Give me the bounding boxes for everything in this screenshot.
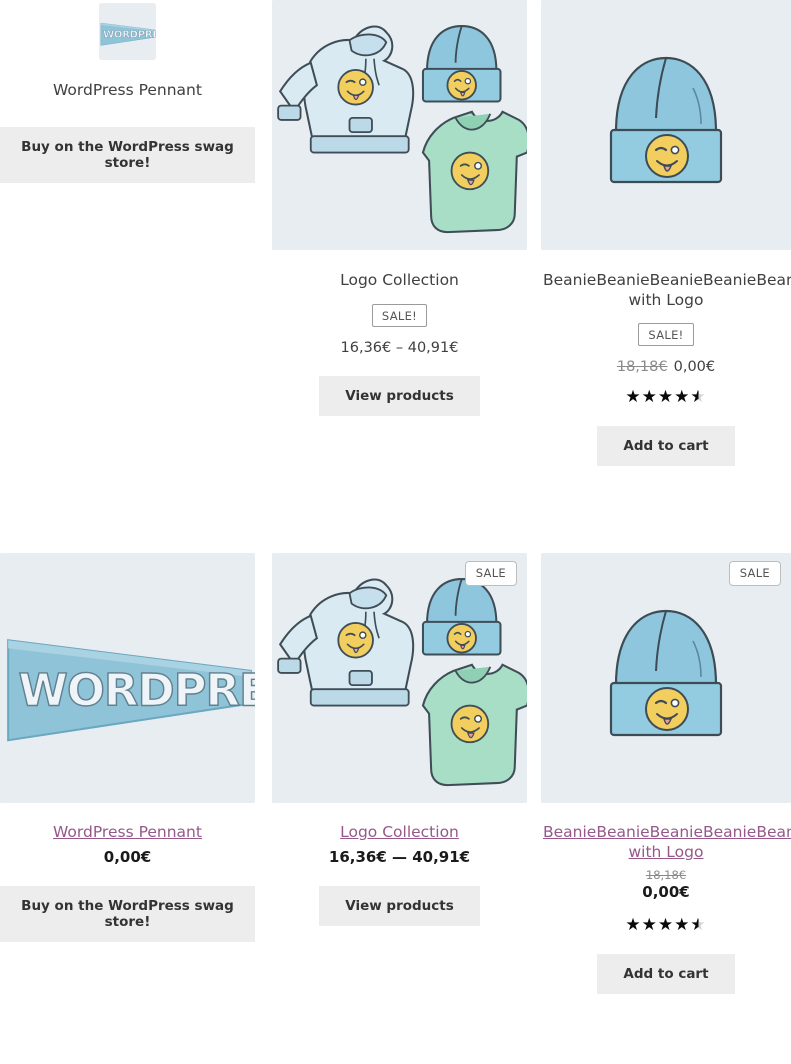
star-rating: ★★★★★ xyxy=(625,915,707,935)
star-rating: ★★★★★ xyxy=(625,387,707,407)
buy-swag-store-button[interactable]: Buy on the WordPress swag store! xyxy=(0,126,255,183)
current-price: 0,00€ xyxy=(103,848,152,866)
hoodie-beanie-tshirt-icon xyxy=(272,0,527,250)
product-card-beanie-bottom: SALE BeanieBeanieBeanieBeanieBeanieBeani… xyxy=(530,553,791,994)
product-price: 16,36€ – 40,91€ xyxy=(340,339,459,356)
hoodie-beanie-tshirt-icon xyxy=(272,553,527,803)
pennant-icon xyxy=(99,3,156,60)
old-price: 18,18€ xyxy=(645,868,687,882)
beanie-icon xyxy=(541,0,791,250)
product-price: 0,00€ xyxy=(0,848,255,866)
sale-ribbon: SALE xyxy=(728,561,781,586)
product-title[interactable]: WordPress Pennant xyxy=(0,81,255,101)
product-image-logo-collection[interactable] xyxy=(272,0,527,250)
top-product-grid: WordPress Pennant Buy on the WordPress s… xyxy=(0,0,791,466)
current-price: 16,36€ — 40,91€ xyxy=(328,848,471,866)
product-title[interactable]: Logo Collection xyxy=(272,271,527,291)
add-to-cart-button[interactable]: Add to cart xyxy=(597,954,735,994)
product-image-beanie[interactable] xyxy=(541,0,791,250)
sale-badge: SALE! xyxy=(371,303,428,327)
product-thumbnail-pennant[interactable] xyxy=(99,3,156,60)
bottom-product-grid: WordPress Pennant 0,00€ Buy on the WordP… xyxy=(0,553,791,994)
product-card-pennant-bottom: WordPress Pennant 0,00€ Buy on the WordP… xyxy=(0,553,265,994)
product-price: 18,18€ 0,00€ xyxy=(541,868,791,901)
product-card-logo-collection-top: Logo Collection SALE! 16,36€ – 40,91€ Vi… xyxy=(265,0,530,466)
buy-swag-store-button[interactable]: Buy on the WordPress swag store! xyxy=(0,886,255,942)
product-title[interactable]: BeanieBeanieBeanieBeanieBeanieBeanieBean… xyxy=(541,271,791,310)
product-price: 16,36€ — 40,91€ xyxy=(272,848,527,866)
product-card-beanie-top: BeanieBeanieBeanieBeanieBeanieBeanieBean… xyxy=(530,0,791,466)
current-price: 0,00€ xyxy=(673,359,716,375)
sale-ribbon: SALE xyxy=(464,561,517,586)
product-title-link[interactable]: Logo Collection xyxy=(272,822,527,842)
view-products-button[interactable]: View products xyxy=(319,375,480,416)
product-card-pennant-top: WordPress Pennant Buy on the WordPress s… xyxy=(0,0,265,466)
product-title-link[interactable]: BeanieBeanieBeanieBeanieBeanieBeanieBean… xyxy=(541,822,791,862)
product-title-link[interactable]: WordPress Pennant xyxy=(0,822,255,842)
view-products-button[interactable]: View products xyxy=(319,886,480,926)
product-image-pennant[interactable] xyxy=(0,553,255,803)
product-image-logo-collection[interactable]: SALE xyxy=(272,553,527,803)
sale-badge: SALE! xyxy=(638,323,694,346)
old-price: 18,18€ xyxy=(616,359,668,375)
current-price: 0,00€ xyxy=(642,883,690,901)
add-to-cart-button[interactable]: Add to cart xyxy=(597,426,735,466)
product-price: 18,18€ 0,00€ xyxy=(541,359,791,375)
pennant-icon xyxy=(0,553,255,803)
beanie-icon xyxy=(541,553,791,803)
product-image-beanie[interactable]: SALE xyxy=(541,553,791,803)
product-card-logo-collection-bottom: SALE Logo Collection 16,36€ — 40,91€ Vie… xyxy=(265,553,530,994)
product-grid-page: WordPress Pennant Buy on the WordPress s… xyxy=(0,0,791,994)
